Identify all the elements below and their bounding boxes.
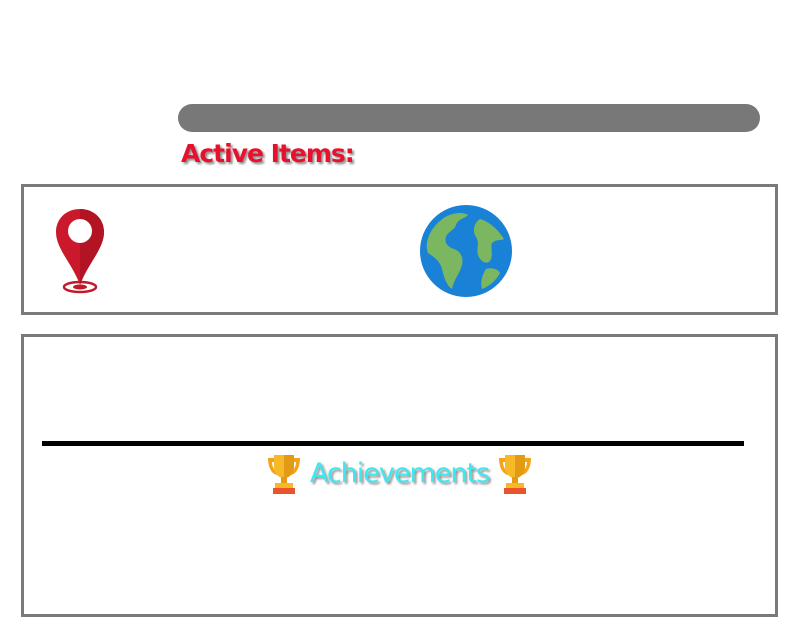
globe-item[interactable]	[418, 203, 514, 299]
active-items-heading: Active Items:	[181, 139, 355, 168]
progress-bar-fill	[178, 104, 760, 132]
location-pin-icon	[56, 209, 104, 294]
progress-bar	[178, 104, 760, 132]
achievements-header: Achievements	[24, 452, 775, 496]
globe-icon	[420, 205, 512, 297]
trophy-icon	[267, 455, 300, 494]
achievements-divider	[42, 441, 744, 446]
trophy-icon	[499, 455, 532, 494]
achievements-panel: Achievements	[21, 334, 778, 617]
achievements-title: Achievements	[309, 458, 490, 489]
game-screen: Active Items: Achievements	[0, 0, 800, 632]
active-items-panel	[21, 184, 778, 315]
location-pin-item[interactable]	[52, 205, 108, 297]
